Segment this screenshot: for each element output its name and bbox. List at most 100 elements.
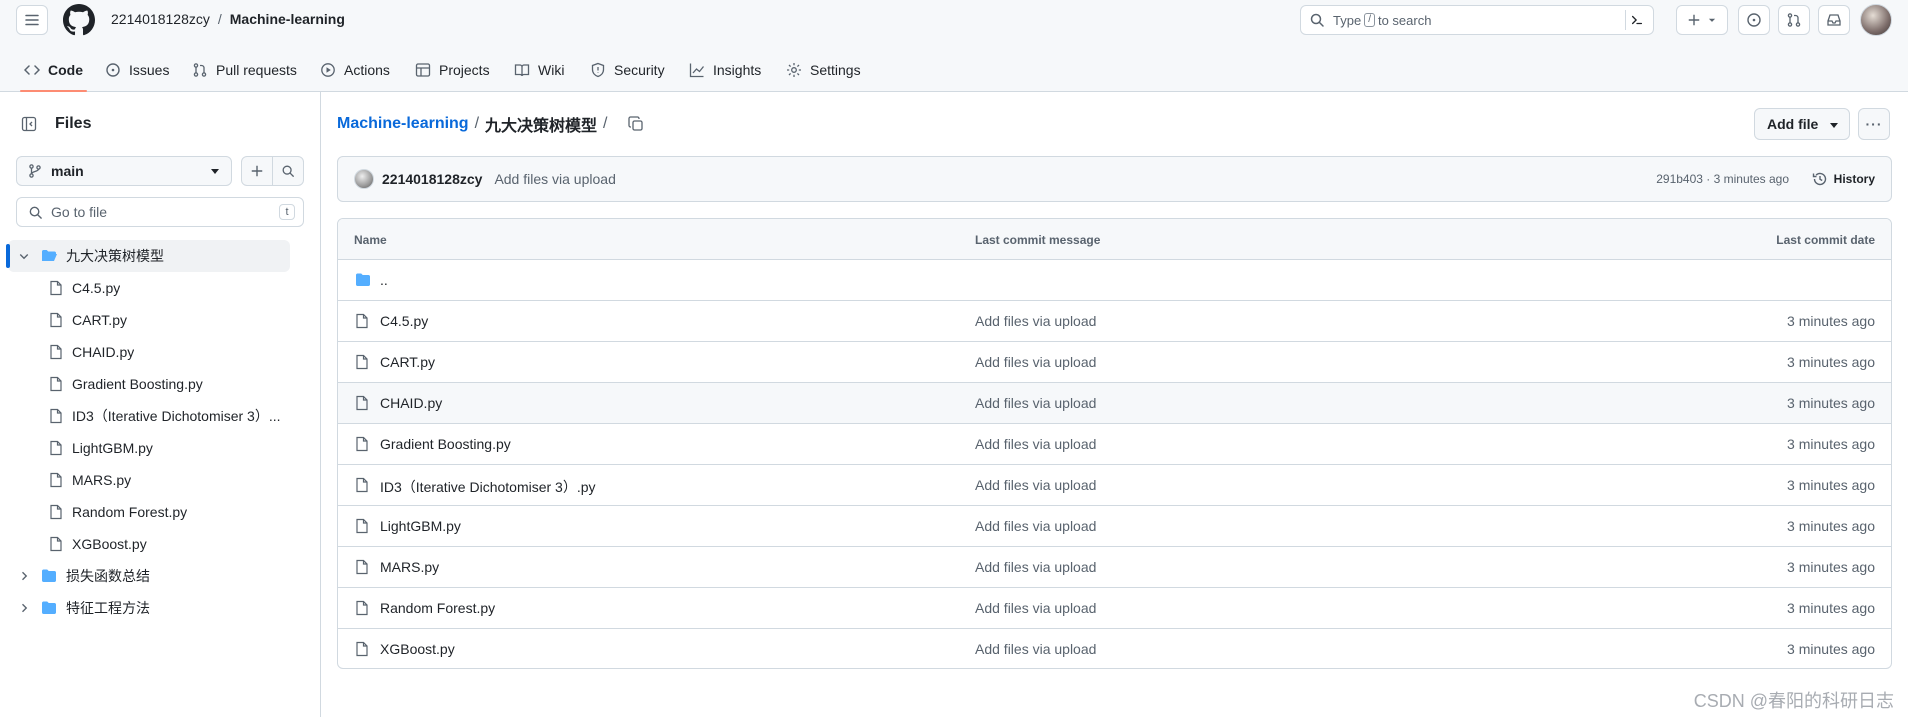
tree-item-file[interactable]: CART.py — [0, 304, 300, 336]
file-icon — [356, 600, 368, 616]
tree-item-file[interactable]: LightGBM.py — [0, 432, 300, 464]
issues-button[interactable] — [1738, 5, 1770, 35]
command-palette-button[interactable] — [1625, 10, 1647, 30]
add-file-sidebar-button[interactable] — [241, 156, 273, 186]
book-icon — [514, 64, 530, 77]
tree-item-file[interactable]: Random Forest.py — [0, 496, 300, 528]
file-icon — [50, 344, 62, 360]
repo-name-link[interactable]: Machine-learning — [230, 11, 345, 27]
commit-message-link[interactable]: Add files via upload — [975, 395, 1096, 411]
file-name-link[interactable]: C4.5.py — [380, 313, 428, 329]
file-name-link[interactable]: Random Forest.py — [380, 600, 495, 616]
tree-item-file[interactable]: ID3（Iterative Dichotomiser 3）... — [0, 400, 300, 432]
menu-button[interactable] — [16, 5, 48, 35]
collapse-sidebar-button[interactable] — [14, 110, 44, 138]
go-to-file-input[interactable]: Go to file t — [16, 197, 304, 227]
file-name-link[interactable]: CART.py — [380, 354, 435, 370]
tree-item-label: ID3（Iterative Dichotomiser 3）... — [72, 408, 281, 424]
tree-item-file[interactable]: XGBoost.py — [0, 528, 300, 560]
file-name-link[interactable]: CHAID.py — [380, 395, 442, 411]
tree-item-file[interactable]: CHAID.py — [0, 336, 300, 368]
sidebar-title: Files — [55, 115, 92, 132]
folder-icon — [42, 569, 56, 582]
search-suffix: to search — [1377, 12, 1432, 28]
commit-author-avatar[interactable] — [354, 169, 374, 189]
tab-wiki[interactable]: Wiki — [514, 48, 564, 92]
tab-label: Actions — [344, 62, 390, 78]
commit-meta[interactable]: 291b403 · 3 minutes ago — [1656, 172, 1789, 186]
column-name: Name — [354, 233, 387, 247]
path-root-link[interactable]: Machine-learning — [337, 115, 469, 133]
tab-pull-requests[interactable]: Pull requests — [192, 48, 297, 92]
repo-owner-link[interactable]: 2214018128zcy — [111, 11, 210, 27]
file-icon — [50, 376, 62, 392]
file-icon — [356, 477, 368, 493]
github-logo-icon[interactable] — [63, 4, 95, 36]
commit-message-link[interactable]: Add files via upload — [975, 641, 1096, 657]
history-label: History — [1833, 172, 1875, 186]
commit-message-link[interactable]: Add files via upload — [975, 313, 1096, 329]
tab-code[interactable]: Code — [20, 48, 87, 92]
table-icon — [415, 63, 431, 77]
file-name-link[interactable]: MARS.py — [380, 559, 439, 575]
tree-item-file[interactable]: Gradient Boosting.py — [0, 368, 300, 400]
chevron-right-icon — [22, 603, 28, 613]
commit-message-link[interactable]: Add files via upload — [975, 354, 1096, 370]
path-current-dir: 九大决策树模型 — [485, 118, 598, 135]
add-file-button[interactable]: Add file — [1754, 108, 1850, 140]
pull-requests-button[interactable] — [1778, 5, 1810, 35]
inbox-button[interactable] — [1818, 5, 1850, 35]
file-name-link[interactable]: LightGBM.py — [380, 518, 461, 534]
pull-request-icon — [193, 63, 207, 77]
tab-insights[interactable]: Insights — [689, 48, 761, 92]
tab-label: Wiki — [538, 62, 565, 78]
breadcrumb-separator: / — [217, 11, 222, 27]
tab-settings[interactable]: Settings — [786, 48, 861, 92]
branch-selector[interactable]: main — [16, 156, 232, 186]
commit-message-link[interactable]: Add files via upload — [975, 600, 1096, 616]
plus-icon — [1688, 14, 1700, 26]
tree-item-label: C4.5.py — [72, 280, 121, 296]
commit-message-link[interactable]: Add files via upload — [975, 559, 1096, 575]
parent-directory-link[interactable]: .. — [380, 272, 388, 288]
global-search-input[interactable]: Type / to search — [1300, 5, 1654, 35]
parent-directory-row[interactable]: .. — [338, 260, 1891, 301]
tree-item-file[interactable]: C4.5.py — [0, 272, 300, 304]
more-options-button[interactable]: ··· — [1858, 108, 1890, 140]
commit-message-link[interactable]: Add files via upload — [975, 477, 1096, 493]
commit-author[interactable]: 2214018128zcy — [382, 171, 482, 187]
history-button[interactable]: History — [1804, 165, 1883, 193]
tree-item-label: MARS.py — [72, 472, 132, 488]
code-icon — [24, 65, 40, 75]
commit-message-link[interactable]: Add files via upload — [975, 436, 1096, 452]
commit-message[interactable]: Add files via upload — [494, 171, 615, 187]
tree-item-folder[interactable]: 特征工程方法 — [0, 592, 300, 624]
path-trailing-separator: / — [603, 115, 608, 132]
tab-security[interactable]: Security — [590, 48, 665, 92]
branch-name: main — [51, 163, 84, 179]
tab-projects[interactable]: Projects — [415, 48, 490, 92]
global-header: 2214018128zcy / Machine-learning Type / … — [0, 0, 1908, 92]
commit-message-link[interactable]: Add files via upload — [975, 518, 1096, 534]
commit-date: 3 minutes ago — [1787, 641, 1875, 657]
copy-icon[interactable] — [627, 116, 644, 132]
tree-item-folder[interactable]: 损失函数总结 — [0, 560, 300, 592]
table-row: XGBoost.py Add files via upload 3 minute… — [338, 629, 1891, 668]
pull-request-icon — [1787, 13, 1801, 27]
tab-issues[interactable]: Issues — [105, 48, 169, 92]
go-to-file-shortcut: t — [279, 204, 295, 220]
file-icon — [50, 408, 62, 424]
create-new-button[interactable] — [1676, 5, 1728, 35]
file-name-link[interactable]: ID3（Iterative Dichotomiser 3）.py — [380, 477, 596, 497]
file-name-link[interactable]: Gradient Boosting.py — [380, 436, 511, 452]
table-row: CHAID.py Add files via upload 3 minutes … — [338, 383, 1891, 424]
path-separator: / — [474, 115, 480, 132]
tree-item-file[interactable]: MARS.py — [0, 464, 300, 496]
user-avatar[interactable] — [1860, 4, 1892, 36]
branch-icon — [29, 164, 41, 178]
tab-actions[interactable]: Actions — [320, 48, 390, 92]
tree-item-folder[interactable]: 九大决策树模型 — [6, 240, 290, 272]
commit-date: 3 minutes ago — [1787, 559, 1875, 575]
search-files-button[interactable] — [272, 156, 304, 186]
file-name-link[interactable]: XGBoost.py — [380, 641, 455, 657]
